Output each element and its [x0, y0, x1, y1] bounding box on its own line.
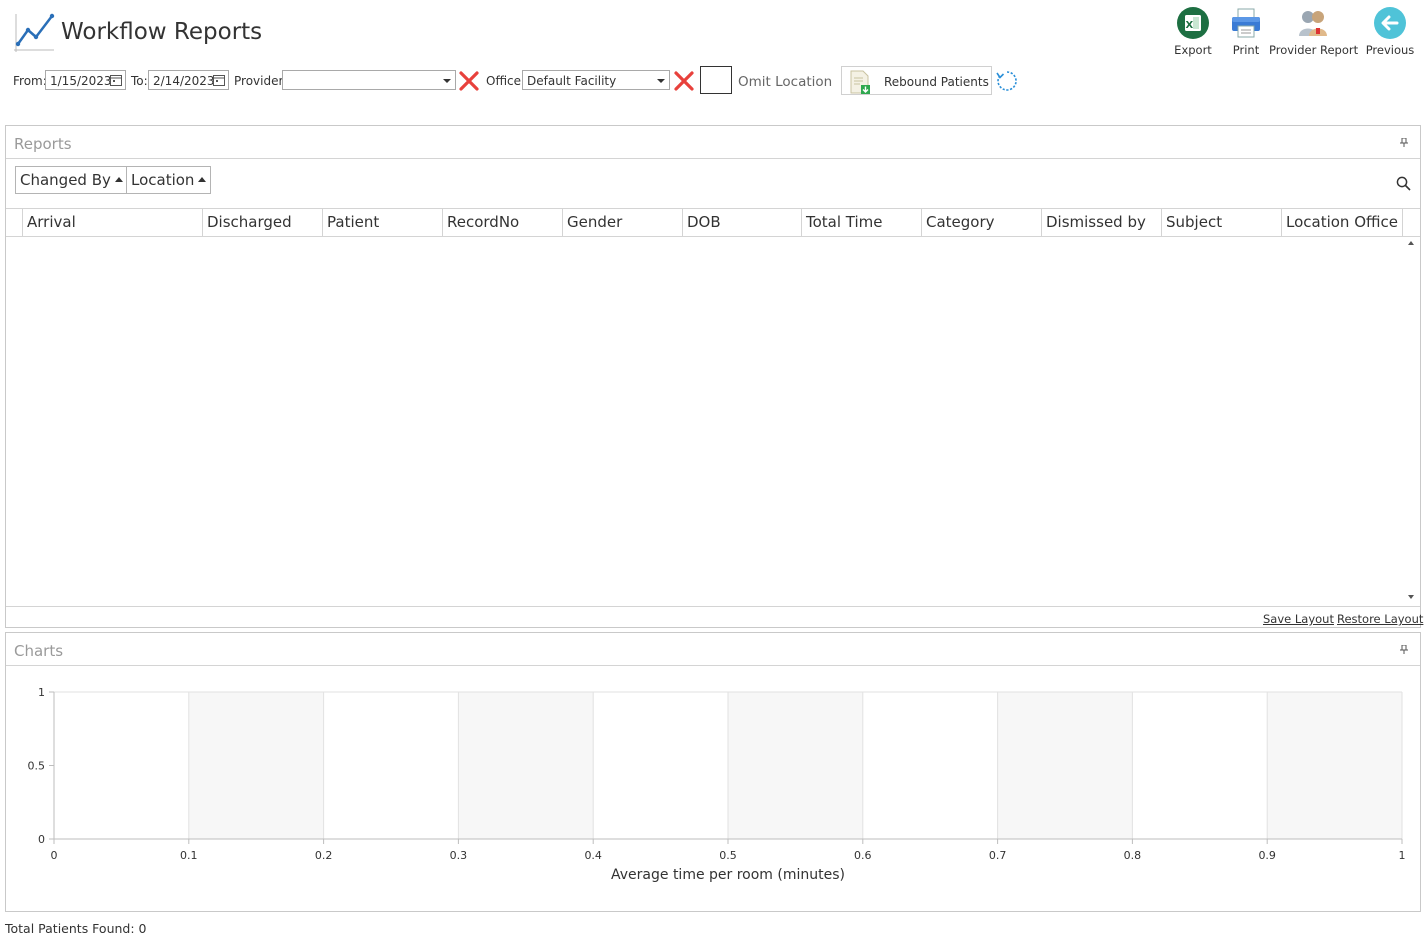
export-button[interactable]: X Export: [1172, 6, 1214, 57]
chart-x-tick-label: 0: [51, 849, 58, 862]
total-patients-status: Total Patients Found: 0: [5, 921, 147, 936]
column-header-gender[interactable]: Gender: [562, 209, 682, 236]
line-chart-icon: [14, 13, 55, 52]
export-label: Export: [1174, 43, 1212, 57]
chart-band: [188, 692, 324, 839]
chart-x-tick-label: 0.5: [719, 849, 737, 862]
chart-x-axis-label: Average time per room (minutes): [611, 867, 845, 883]
chart-x-ticks: 0 0.1 0.2 0.3 0.4 0.5 0.6 0.7 0.8 0.9 1: [51, 839, 1406, 862]
reports-panel: Reports Changed By Location Arrival Disc…: [5, 125, 1423, 629]
omit-location-label: Omit Location: [738, 74, 833, 90]
office-label: Office:: [486, 74, 526, 88]
from-label: From:: [13, 74, 47, 88]
column-header-recordno[interactable]: RecordNo: [442, 209, 562, 236]
chart-y-tick-label: 0.5: [28, 760, 46, 773]
to-label: To:: [131, 74, 148, 88]
refresh-icon[interactable]: [996, 70, 1018, 92]
previous-label: Previous: [1365, 43, 1415, 57]
excel-icon: X: [1177, 7, 1209, 39]
charts-panel: Charts 0 0.1 0.2 0.3 0.4 0.5 0.6 0.7 0.8 0.9 1 0 0.…: [5, 632, 1421, 912]
search-icon[interactable]: [1396, 176, 1411, 191]
column-header-total-time[interactable]: Total Time: [801, 209, 921, 236]
reports-title: Reports: [14, 135, 72, 153]
from-date-field[interactable]: 1/15/2023: [45, 70, 126, 90]
column-header-dob[interactable]: DOB: [682, 209, 801, 236]
chart-y-tick-label: 0: [38, 833, 45, 846]
clear-provider-icon[interactable]: [458, 70, 480, 92]
column-header-subject[interactable]: Subject: [1161, 209, 1281, 236]
chart-plot-bands: [188, 692, 1402, 839]
grid-header: Arrival Discharged Patient RecordNo Gend…: [6, 208, 1420, 237]
provider-report-button[interactable]: Provider Report: [1269, 6, 1359, 57]
restore-layout-link[interactable]: Restore Layout: [1337, 612, 1423, 626]
vertical-scrollbar[interactable]: [1402, 236, 1420, 605]
charts-title: Charts: [14, 642, 64, 660]
document-download-icon: [850, 70, 870, 94]
chart-y-ticks: 00.51: [28, 686, 54, 846]
rebound-patients-button[interactable]: Rebound Patients: [841, 66, 992, 95]
chevron-down-icon: [657, 79, 665, 83]
average-time-chart: 0 0.1 0.2 0.3 0.4 0.5 0.6 0.7 0.8 0.9 1 00.51 Aver…: [28, 686, 1406, 883]
chart-x-tick-label: 0.3: [450, 849, 468, 862]
printer-icon: [1232, 8, 1260, 38]
chart-x-tick-label: 0.1: [180, 849, 198, 862]
grid-footer: Save Layout Restore Layout: [6, 606, 1423, 629]
charts-panel-header: Charts: [6, 633, 1420, 666]
to-date-value: 2/14/2023: [153, 74, 215, 88]
office-value: Default Facility: [527, 74, 617, 88]
pin-icon[interactable]: [1400, 138, 1408, 147]
group-chip-label: Changed By: [20, 171, 111, 189]
to-date-field[interactable]: 2/14/2023: [148, 70, 229, 90]
print-button[interactable]: Print: [1227, 6, 1265, 57]
pin-icon[interactable]: [1400, 645, 1408, 654]
print-label: Print: [1232, 43, 1260, 57]
page-title: Workflow Reports: [61, 19, 263, 45]
column-header-arrival[interactable]: Arrival: [22, 209, 202, 236]
chart-x-tick-label: 0.4: [584, 849, 602, 862]
column-header-location-office[interactable]: Location Office: [1281, 209, 1403, 236]
group-by-changed-by[interactable]: Changed By: [15, 166, 128, 194]
save-layout-link[interactable]: Save Layout: [1263, 612, 1334, 626]
previous-button[interactable]: Previous: [1365, 6, 1415, 57]
grid-body: [6, 236, 1401, 605]
chart-band: [997, 692, 1133, 839]
arrow-left-icon: [1374, 7, 1406, 39]
svg-text:X: X: [1186, 20, 1194, 31]
column-header-dismissed-by[interactable]: Dismissed by: [1041, 209, 1161, 236]
chart-band: [728, 692, 863, 839]
chart-x-tick-label: 0.7: [989, 849, 1007, 862]
clear-office-icon[interactable]: [673, 70, 695, 92]
scroll-up-icon[interactable]: [1408, 241, 1414, 245]
provider-dropdown[interactable]: [282, 70, 456, 90]
provider-report-label: Provider Report: [1269, 43, 1359, 57]
chart-band: [1267, 692, 1402, 839]
chart-y-tick-label: 1: [38, 686, 45, 699]
chart-x-tick-label: 0.9: [1258, 849, 1276, 862]
chevron-down-icon: [443, 79, 451, 83]
provider-report-icon: [1299, 11, 1327, 36]
rebound-patients-label: Rebound Patients: [884, 75, 989, 89]
chart-x-tick-label: 0.6: [854, 849, 872, 862]
chart-x-tick-label: 0.8: [1124, 849, 1142, 862]
calendar-icon[interactable]: [213, 74, 225, 86]
reports-panel-header: Reports: [6, 126, 1420, 159]
chart-x-tick-label: 0.2: [315, 849, 333, 862]
chart-x-tick-label: 1: [1399, 849, 1406, 862]
office-dropdown[interactable]: Default Facility: [522, 70, 670, 90]
column-header-discharged[interactable]: Discharged: [202, 209, 322, 236]
sort-up-icon: [198, 176, 207, 182]
sort-up-icon: [114, 176, 123, 182]
column-header-patient[interactable]: Patient: [322, 209, 442, 236]
chart-band: [458, 692, 594, 839]
omit-location-checkbox[interactable]: [700, 66, 732, 94]
calendar-icon[interactable]: [110, 74, 122, 86]
group-chip-label: Location: [131, 171, 195, 189]
provider-label: Provider:: [234, 74, 288, 88]
column-header-category[interactable]: Category: [921, 209, 1041, 236]
from-date-value: 1/15/2023: [50, 74, 112, 88]
group-by-location[interactable]: Location: [126, 166, 212, 194]
scroll-down-icon[interactable]: [1408, 595, 1414, 599]
